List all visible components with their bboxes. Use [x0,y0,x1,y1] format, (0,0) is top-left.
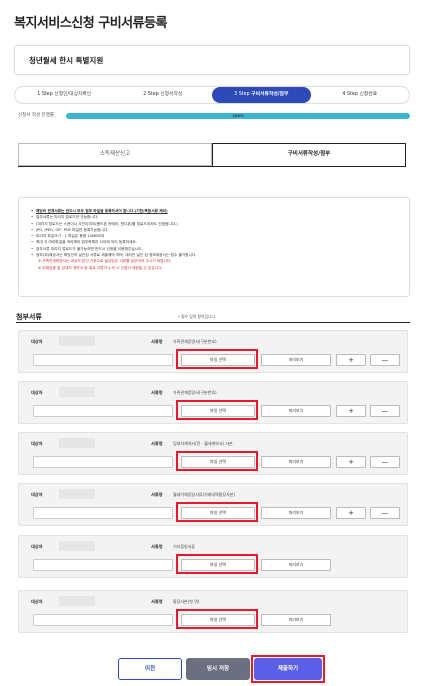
add-file-button[interactable]: + [336,405,366,417]
target-name-masked [59,438,95,448]
target-label: 대상자 [31,339,43,344]
file-select-highlight [176,554,258,574]
submit-highlight [251,655,325,683]
step-3: 3 Step 구비서류작성/첨부 [212,87,311,103]
preview-button[interactable]: 미리보기 [261,405,331,417]
target-label: 대상자 [31,492,43,497]
notice-item: ※ 부채입증 및 임대차 계약서 등 필요 서류가 누락 시 신청이 제한될 수… [38,265,163,270]
file-select-highlight [176,451,258,471]
doc-type: 통장사본(첫 면) [173,599,200,604]
doc-type: 월세이체증빙서류(거래내역통장사본) [173,492,236,497]
doc-name-label: 서류명 [151,599,163,604]
doc-type: 기타증빙서류 [173,544,196,549]
remove-file-button[interactable]: — [370,354,400,366]
notice-list: 해당의 관계서류는 반드시 모두 첨부 파일을 등록하셔야 합니다.(기한/복합… [31,208,397,271]
add-file-button[interactable]: + [336,456,366,468]
step-number: 2 Step [143,92,159,97]
target-label: 대상자 [31,599,43,604]
file-path-input[interactable] [33,614,173,626]
step-label: 신청서작성 [160,92,183,97]
step-indicator: 1 Step 신청인/대상자확인 2 Step 신청서작성 3 Step 구비서류작… [14,86,410,104]
doc-name-label: 서류명 [151,339,163,344]
preview-button[interactable]: 미리보기 [261,354,331,366]
step-label: 신청완료 [359,92,378,97]
remove-file-button[interactable]: — [370,507,400,519]
preview-button[interactable]: 미리보기 [261,507,331,519]
doc-name-label: 서류명 [151,544,163,549]
remove-file-button[interactable]: — [370,456,400,468]
page-root: 복지서비스신청 구비서류등록 청년월세 한시 특별지원 1 Step 신청인/대… [0,0,423,686]
preview-button[interactable]: 미리보기 [261,614,331,626]
temp-save-button[interactable]: 임시 저장 [186,658,250,680]
add-file-button[interactable]: + [336,354,366,366]
service-name: 청년월세 한시 특별지원 [29,56,104,65]
preview-button[interactable]: 미리보기 [261,456,331,468]
progress-bar: 100% [66,113,410,119]
remove-file-button[interactable]: — [370,405,400,417]
tab-income-assets[interactable]: 소득재산신고 [18,143,212,166]
file-select-highlight [176,502,258,522]
step-number: 1 Step [37,92,53,97]
doc-type: 임대차계약서(전 · 월세계약서) 사본 [173,441,233,446]
tab-divider [18,166,406,167]
progress-text: 100% [232,114,244,118]
prev-button[interactable]: 이전 [118,658,182,680]
page-title: 복지서비스신청 구비서류등록 [14,16,168,31]
step-2: 2 Step 신청서작성 [114,87,213,103]
required-note: * 필수 입력 항목입니다. [178,314,217,319]
doc-type: 가족관계증명서(구분번호) [173,339,217,344]
file-path-input[interactable] [33,456,173,468]
section-divider [16,322,410,323]
target-label: 대상자 [31,390,43,395]
add-file-button[interactable]: + [336,507,366,519]
target-name-masked [59,541,95,551]
file-select-highlight [176,400,258,420]
doc-name-label: 서류명 [151,492,163,497]
file-path-input[interactable] [33,354,173,366]
doc-name-label: 서류명 [151,390,163,395]
file-select-highlight [176,349,258,369]
file-select-highlight [176,609,258,629]
target-name-masked [59,387,95,397]
step-label: 구비서류작성/첨부 [251,92,289,97]
target-label: 대상자 [31,544,43,549]
progress-label: 신청서 작성 진행률 [18,113,54,118]
preview-button[interactable]: 미리보기 [261,559,331,571]
file-path-input[interactable] [33,405,173,417]
service-name-box: 청년월세 한시 특별지원 [14,45,410,75]
doc-type: 가족관계증명서(구분번호) [173,390,217,395]
target-label: 대상자 [31,441,43,446]
tab-documents[interactable]: 구비서류작성/첨부 [212,143,406,166]
step-number: 3 Step [234,92,250,97]
target-name-masked [59,489,95,499]
step-1: 1 Step 신청인/대상자확인 [15,87,114,103]
notice-box: 해당의 관계서류는 반드시 모두 첨부 파일을 등록하셔야 합니다.(기한/복합… [18,197,410,297]
target-name-masked [59,336,95,346]
file-path-input[interactable] [33,507,173,519]
step-number: 4 Step [342,92,358,97]
doc-name-label: 서류명 [151,441,163,446]
target-name-masked [59,596,95,606]
attach-section-title: 첨부서류 [16,313,42,321]
step-4: 4 Step 신청완료 [311,87,410,103]
tab-bar: 소득재산신고 구비서류작성/첨부 [18,143,406,166]
step-label: 신청인/대상자확인 [54,92,92,97]
file-path-input[interactable] [33,559,173,571]
